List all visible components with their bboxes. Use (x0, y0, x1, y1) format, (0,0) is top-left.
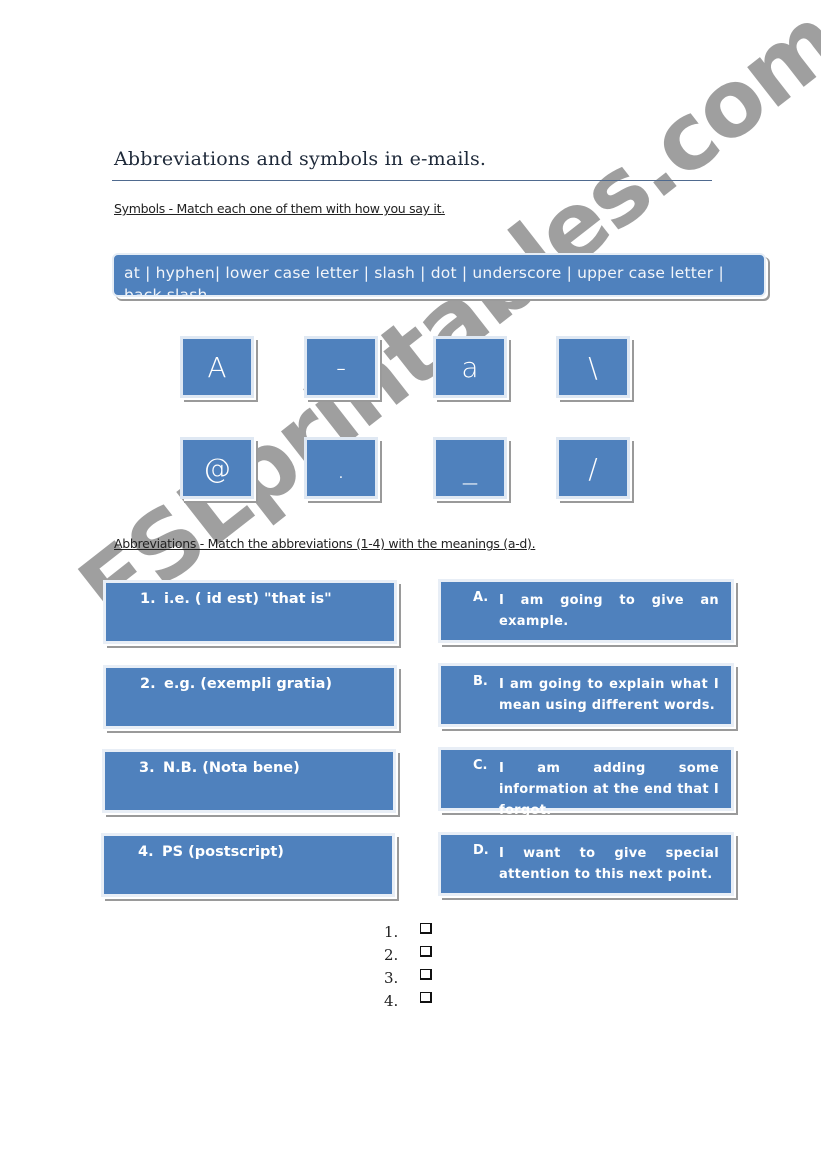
title-divider (112, 180, 712, 181)
meaning-text: I am going to give an example. (499, 593, 719, 629)
abbreviation-number: 3. (139, 760, 155, 776)
symbols-instruction: Symbols - Match each one of them with ho… (114, 201, 445, 216)
symbol-card: - (304, 336, 378, 398)
symbol-card: . (304, 437, 378, 499)
answer-row: 1. (384, 920, 432, 943)
symbol-card: \ (556, 336, 630, 398)
answer-number: 3. (384, 968, 399, 987)
abbreviation-text: N.B. (Nota bene) (163, 760, 300, 776)
meaning-text: I am going to explain what I mean using … (499, 677, 719, 713)
meaning-text: I want to give special attention to this… (499, 846, 719, 882)
symbol-card: _ (433, 437, 507, 499)
abbreviation-text: e.g. (exempli gratia) (164, 676, 333, 692)
meaning-card: D. I want to give special attention to t… (438, 832, 734, 896)
meaning-card: C. I am adding some information at the e… (438, 747, 734, 818)
answer-number: 2. (384, 945, 399, 964)
checkbox-icon[interactable] (420, 923, 432, 934)
meaning-letter: A. (473, 590, 489, 605)
checkbox-icon[interactable] (420, 946, 432, 957)
abbreviation-card: 1. i.e. ( id est) "that is" (103, 580, 397, 644)
abbreviation-card: 2. e.g. (exempli gratia) (103, 665, 397, 729)
meaning-letter: C. (473, 758, 488, 773)
abbreviation-number: 2. (140, 676, 156, 692)
abbreviation-text: i.e. ( id est) "that is" (164, 591, 332, 607)
symbol-card: a (433, 336, 507, 398)
checkbox-icon[interactable] (420, 969, 432, 980)
answer-number: 4. (384, 991, 399, 1010)
meaning-card: B. I am going to explain what I mean usi… (438, 663, 734, 727)
answer-number: 1. (384, 922, 399, 941)
word-bank: at | hyphen| lower case letter | slash |… (112, 253, 766, 297)
abbreviations-instruction: Abbreviations - Match the abbreviations … (114, 536, 536, 551)
answer-list: 1. 2. 3. 4. (384, 920, 432, 1012)
meaning-text: I am adding some information at the end … (499, 761, 719, 818)
abbreviation-number: 1. (140, 591, 156, 607)
answer-row: 4. (384, 989, 432, 1012)
symbol-card: / (556, 437, 630, 499)
symbol-card: @ (180, 437, 254, 499)
answer-row: 3. (384, 966, 432, 989)
checkbox-icon[interactable] (420, 992, 432, 1003)
abbreviation-number: 4. (138, 844, 154, 860)
meaning-letter: B. (473, 674, 488, 689)
meaning-letter: D. (473, 843, 489, 858)
word-bank-text: at | hyphen| lower case letter | slash |… (124, 264, 724, 297)
answer-row: 2. (384, 943, 432, 966)
page-title: Abbreviations and symbols in e-mails. (114, 148, 487, 170)
symbol-card: A (180, 336, 254, 398)
abbreviation-card: 3. N.B. (Nota bene) (102, 749, 396, 813)
abbreviation-card: 4. PS (postscript) (101, 833, 395, 897)
abbreviation-text: PS (postscript) (162, 844, 284, 860)
meaning-card: A. I am going to give an example. (438, 579, 734, 643)
